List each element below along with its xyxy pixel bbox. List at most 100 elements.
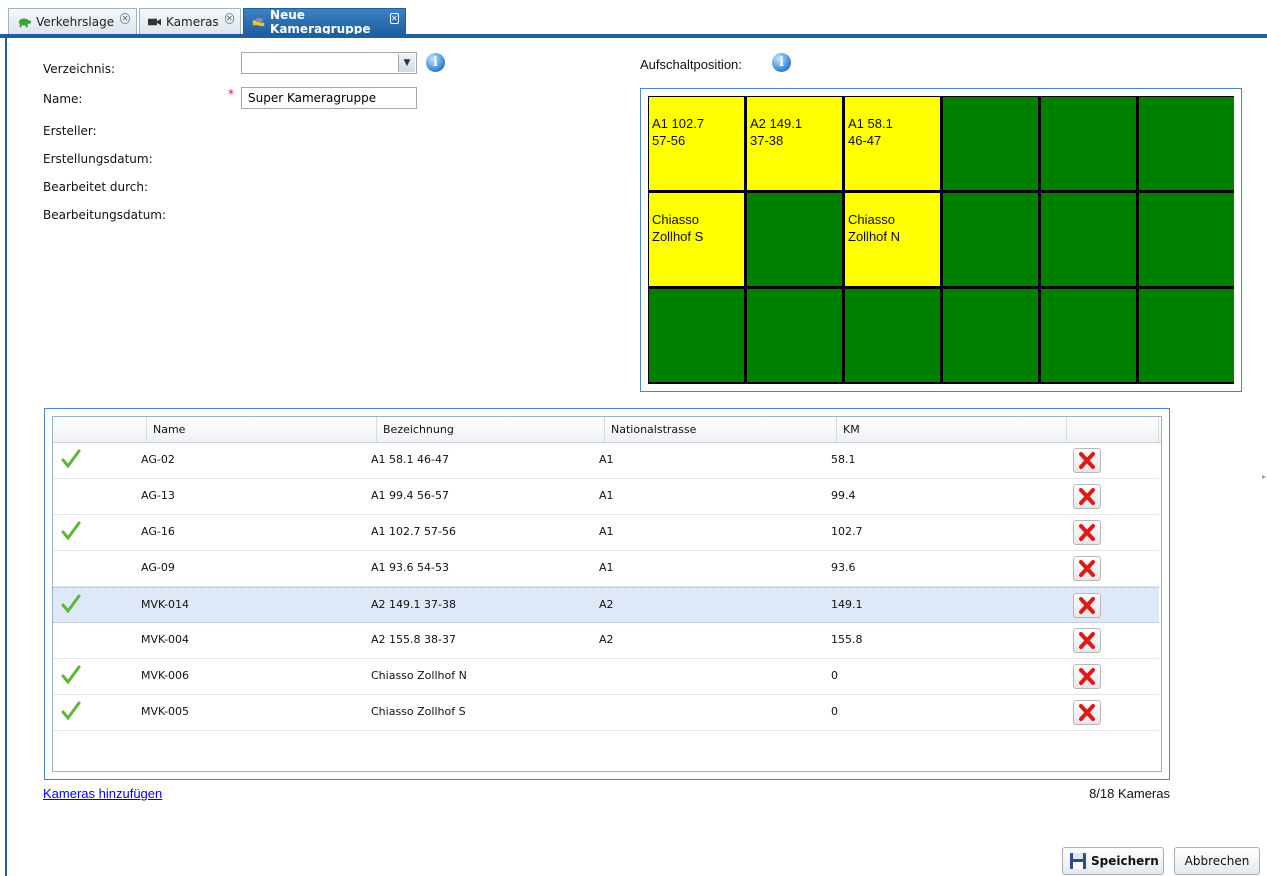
position-cell-line1: A2 149.1: [750, 116, 803, 131]
remove-camera-button[interactable]: [1073, 593, 1101, 618]
position-cell-line2: Zollhof S: [652, 229, 704, 244]
delete-icon: [1079, 597, 1095, 614]
cell-strasse: A2: [599, 633, 614, 646]
tab-kameras[interactable]: Kameras ✕: [139, 8, 241, 34]
position-cell-line2: 57-56: [652, 133, 686, 148]
chevron-down-icon[interactable]: ▼: [398, 54, 415, 72]
position-cell[interactable]: [1041, 289, 1136, 382]
cell-name: AG-02: [141, 453, 175, 466]
info-icon[interactable]: i: [772, 53, 791, 72]
position-cell[interactable]: Chiasso Zollhof N: [845, 193, 940, 286]
remove-camera-button[interactable]: [1073, 448, 1101, 473]
position-cell[interactable]: [1139, 289, 1234, 382]
table-row[interactable]: MVK-004 A2 155.8 38-37 A2 155.8: [53, 623, 1159, 659]
table-row[interactable]: AG-13 A1 99.4 56-57 A1 99.4: [53, 479, 1159, 515]
camera-group-icon: [252, 17, 265, 26]
checkmark-icon: [61, 594, 81, 614]
position-cell[interactable]: A1 58.1 46-47: [845, 97, 940, 190]
table-row[interactable]: MVK-006 Chiasso Zollhof N 0: [53, 659, 1159, 695]
floppy-disk-icon: [1070, 853, 1086, 869]
cell-name: MVK-005: [141, 705, 190, 718]
cell-strasse: A1: [599, 525, 614, 538]
tab-verkehrslage[interactable]: Verkehrslage ✕: [8, 8, 137, 34]
cell-bezeichnung: A2 149.1 37-38: [371, 598, 456, 611]
turtle-icon: [18, 17, 32, 27]
checkmark-icon: [61, 665, 81, 685]
name-input[interactable]: [241, 87, 417, 109]
tab-strip-border: [0, 34, 1267, 38]
remove-camera-button[interactable]: [1073, 700, 1101, 725]
save-label: Speichern: [1091, 854, 1159, 868]
position-cell-line1: A1 102.7: [652, 116, 705, 131]
delete-icon: [1079, 668, 1095, 685]
cell-name: AG-13: [141, 489, 175, 502]
collapse-handle[interactable]: ▸: [1262, 472, 1266, 481]
cell-name: AG-09: [141, 561, 175, 574]
cell-km: 0: [831, 705, 838, 718]
table-row[interactable]: AG-02 A1 58.1 46-47 A1 58.1: [53, 443, 1159, 479]
close-icon[interactable]: ✕: [224, 13, 234, 24]
position-cell-line2: Zollhof N: [848, 229, 901, 244]
cell-strasse: A1: [599, 561, 614, 574]
position-cell[interactable]: [1041, 97, 1136, 190]
delete-icon: [1079, 704, 1095, 721]
camera-table-panel: Name Bezeichnung Nationalstrasse KM AG-0…: [44, 408, 1170, 780]
position-cell[interactable]: A2 149.1 37-38: [747, 97, 842, 190]
table-row[interactable]: MVK-014 A2 149.1 37-38 A2 149.1: [53, 587, 1159, 623]
remove-camera-button[interactable]: [1073, 628, 1101, 653]
position-cell[interactable]: [943, 97, 1038, 190]
info-icon[interactable]: i: [426, 53, 445, 72]
close-icon[interactable]: ✕: [120, 13, 130, 24]
position-cell[interactable]: Chiasso Zollhof S: [649, 193, 744, 286]
column-header-name[interactable]: Name: [147, 417, 377, 442]
position-cell[interactable]: [1041, 193, 1136, 286]
remove-camera-button[interactable]: [1073, 556, 1101, 581]
cell-bezeichnung: A2 155.8 38-37: [371, 633, 456, 646]
column-header-nationalstrasse[interactable]: Nationalstrasse: [605, 417, 837, 442]
position-cell[interactable]: [1139, 193, 1234, 286]
cell-km: 149.1: [831, 598, 863, 611]
save-button[interactable]: Speichern: [1062, 847, 1164, 875]
table-row[interactable]: AG-09 A1 93.6 54-53 A1 93.6: [53, 551, 1159, 587]
position-cell[interactable]: [747, 289, 842, 382]
position-cell[interactable]: [1139, 97, 1234, 190]
position-cell[interactable]: [747, 193, 842, 286]
column-header-km[interactable]: KM: [837, 417, 1067, 442]
column-header-check: [53, 417, 147, 442]
cell-km: 99.4: [831, 489, 856, 502]
cell-bezeichnung: Chiasso Zollhof N: [371, 669, 467, 682]
close-icon[interactable]: ✕: [389, 13, 399, 24]
cell-strasse: A2: [599, 598, 614, 611]
remove-camera-button[interactable]: [1073, 520, 1101, 545]
cell-km: 58.1: [831, 453, 856, 466]
created-date-label: Erstellungsdatum:: [43, 152, 153, 166]
position-cell[interactable]: [649, 289, 744, 382]
cell-name: MVK-006: [141, 669, 190, 682]
position-cell[interactable]: [845, 289, 940, 382]
cancel-label: Abbrechen: [1184, 854, 1250, 868]
table-row[interactable]: MVK-005 Chiasso Zollhof S 0: [53, 695, 1159, 731]
edited-by-label: Bearbeitet durch:: [43, 180, 148, 194]
cell-km: 0: [831, 669, 838, 682]
checkmark-icon: [61, 449, 81, 469]
delete-icon: [1079, 560, 1095, 577]
remove-camera-button[interactable]: [1073, 484, 1101, 509]
position-grid: A1 102.7 57-56 A2 149.1 37-38 A1 58.1 46-47 Ch…: [648, 96, 1234, 384]
tab-label: Verkehrslage: [36, 14, 115, 29]
position-cell-line2: 46-47: [848, 133, 882, 148]
directory-select[interactable]: ▼: [241, 52, 417, 74]
position-cell[interactable]: [943, 193, 1038, 286]
tab-neue-kameragruppe[interactable]: Neue Kameragruppe ✕: [243, 8, 406, 36]
cell-bezeichnung: A1 99.4 56-57: [371, 489, 449, 502]
cell-bezeichnung: A1 93.6 54-53: [371, 561, 449, 574]
cell-name: AG-16: [141, 525, 175, 538]
add-cameras-link[interactable]: Kameras hinzufügen: [43, 786, 162, 801]
remove-camera-button[interactable]: [1073, 664, 1101, 689]
panel-left-border: [0, 38, 7, 876]
cancel-button[interactable]: Abbrechen: [1174, 847, 1260, 875]
column-header-bezeichnung[interactable]: Bezeichnung: [377, 417, 605, 442]
position-cell[interactable]: [943, 289, 1038, 382]
cell-bezeichnung: A1 102.7 57-56: [371, 525, 456, 538]
table-row[interactable]: AG-16 A1 102.7 57-56 A1 102.7: [53, 515, 1159, 551]
position-cell[interactable]: A1 102.7 57-56: [649, 97, 744, 190]
